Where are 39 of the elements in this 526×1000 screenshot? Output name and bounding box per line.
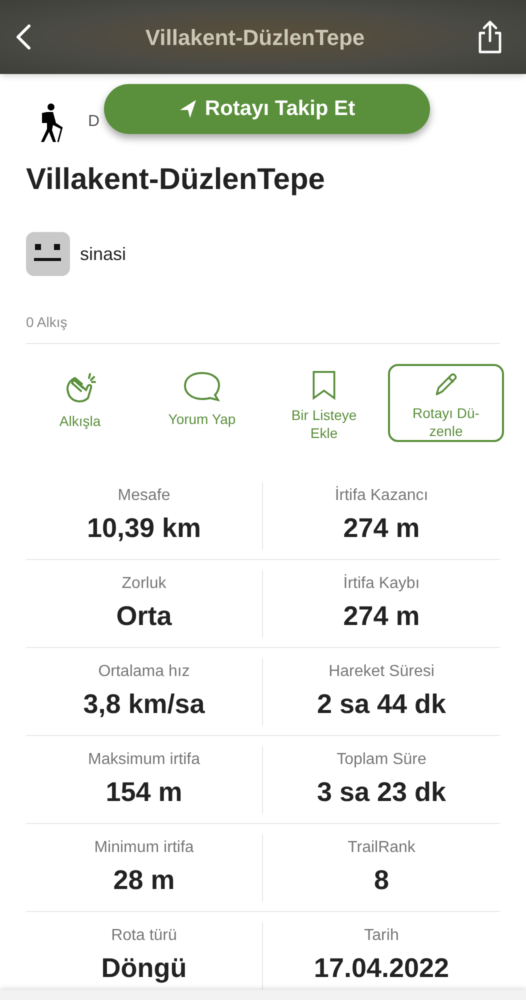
speech-bubble-icon (182, 370, 222, 404)
stat-value: Orta (116, 600, 172, 632)
stat-value: 10,39 km (86, 512, 202, 544)
stat-label: Ortalama hız (98, 662, 190, 682)
navigation-arrow-icon (178, 99, 197, 119)
follow-route-button[interactable]: Rotayı Takip Et (104, 84, 430, 134)
applause-count: 0 Alkış (26, 313, 68, 332)
stat-label: Hareket Süresi (328, 662, 434, 682)
stat-label: İrtifa Kazancı (334, 486, 428, 506)
activity-label: D (88, 112, 100, 132)
stat-value: 17.04.2022 (314, 952, 450, 984)
stat-label: Mesafe (118, 486, 170, 506)
stat-label: Zorluk (122, 574, 166, 594)
stat-value: 2 sa 44 dk (316, 688, 446, 720)
action-button[interactable]: Yorum Yap (144, 364, 260, 442)
stat-value: 274 m (343, 512, 420, 544)
route-title: Villakent-DüzlenTepe (26, 162, 326, 198)
stat-value: 3 sa 23 dk (316, 776, 446, 808)
stat-value: 274 m (343, 600, 420, 632)
bookmark-icon (310, 370, 338, 400)
stat-value: 8 (374, 864, 390, 896)
edit-route-button[interactable]: Rotayı Dü-zenle (388, 364, 504, 442)
stat-value: Döngü (101, 952, 187, 985)
stat-label: TrailRank (348, 838, 416, 858)
stat-label: Toplam Süre (336, 750, 426, 770)
header-title: Villakent-DüzlenTepe (145, 24, 365, 52)
stat-value: 3,8 km/sa (83, 688, 205, 720)
stat-value: 154 m (106, 776, 182, 808)
share-icon[interactable] (476, 20, 504, 54)
action-button[interactable]: Alkışla (22, 364, 138, 442)
action-button[interactable]: Bir Listeye Ekle (266, 364, 382, 442)
author-name[interactable]: sinasi (80, 240, 126, 268)
stat-value: 28 m (113, 864, 175, 896)
stat-label: İrtifa Kaybı (343, 574, 420, 594)
stat-label: Rota türü (111, 926, 177, 946)
stat-label: Maksimum irtifa (88, 750, 200, 770)
stat-label: Minimum irtifa (94, 838, 194, 858)
avatar-icon (26, 232, 70, 276)
stat-label: Tarih (364, 926, 399, 946)
